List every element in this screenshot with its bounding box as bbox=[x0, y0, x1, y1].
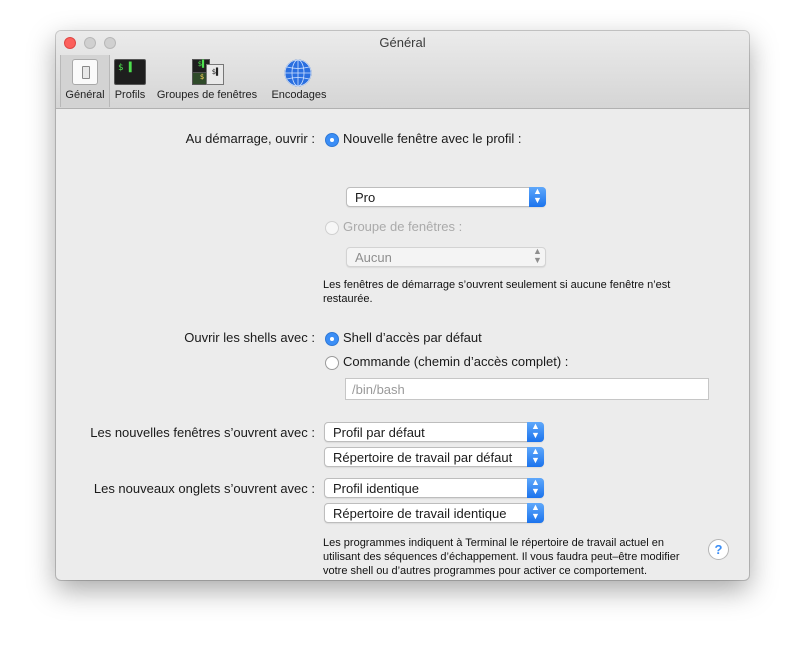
chevron-updown-icon: ▲ ▼ bbox=[527, 447, 544, 467]
window-title: Général bbox=[379, 35, 426, 50]
radio-new-window[interactable] bbox=[325, 133, 339, 147]
new-windows-profile-select[interactable]: Profil par défaut ▲ ▼ bbox=[324, 422, 544, 442]
new-tabs-directory-select[interactable]: Répertoire de travail identique ▲ ▼ bbox=[324, 503, 544, 523]
tab-encodages-label: Encodages bbox=[271, 89, 327, 101]
window-groups-icon: $▌ $ $▌ bbox=[192, 59, 224, 85]
preferences-window: Général Général $ ▌ Profils $▌ $ $▌ Grou… bbox=[56, 31, 749, 580]
tab-groupes-fenetres[interactable]: $▌ $ $▌ Groupes de fenêtres bbox=[152, 55, 262, 107]
tab-profils-label: Profils bbox=[114, 89, 146, 101]
radio-new-window-label[interactable]: Nouvelle fenêtre avec le profil : bbox=[343, 131, 521, 146]
title-bar: Général Général $ ▌ Profils $▌ $ $▌ Grou… bbox=[56, 31, 749, 109]
chevron-updown-icon: ▲ ▼ bbox=[527, 478, 544, 498]
window-group-value: Aucun bbox=[355, 250, 392, 265]
new-tabs-label: Les nouveaux onglets s’ouvrent avec : bbox=[93, 481, 315, 496]
escape-sequences-note: Les programmes indiquent à Terminal le r… bbox=[323, 537, 680, 577]
command-path-input[interactable] bbox=[350, 381, 698, 398]
radio-default-shell[interactable] bbox=[325, 332, 339, 346]
new-windows-profile-value: Profil par défaut bbox=[333, 425, 425, 440]
radio-window-group-label[interactable]: Groupe de fenêtres : bbox=[343, 219, 462, 234]
new-windows-directory-value: Répertoire de travail par défaut bbox=[333, 450, 513, 465]
switch-icon bbox=[72, 59, 98, 85]
chevron-updown-icon: ▲ ▼ bbox=[529, 187, 546, 207]
startup-note: Les fenêtres de démarrage s’ouvrent seul… bbox=[323, 279, 671, 305]
startup-label: Au démarrage, ouvrir : bbox=[185, 131, 315, 146]
general-pane: Au démarrage, ouvrir : Nouvelle fenêtre … bbox=[56, 109, 749, 580]
shells-label: Ouvrir les shells avec : bbox=[184, 330, 315, 345]
window-group-select[interactable]: Aucun ▲ ▼ bbox=[346, 247, 546, 267]
startup-profile-value: Pro bbox=[355, 190, 376, 205]
startup-profile-select[interactable]: Pro ▲ ▼ bbox=[346, 187, 546, 207]
new-windows-directory-select[interactable]: Répertoire de travail par défaut ▲ ▼ bbox=[324, 447, 544, 467]
new-tabs-profile-select[interactable]: Profil identique ▲ ▼ bbox=[324, 478, 544, 498]
new-tabs-directory-value: Répertoire de travail identique bbox=[333, 506, 507, 521]
tab-general[interactable]: Général bbox=[60, 55, 110, 107]
help-button[interactable]: ? bbox=[708, 539, 729, 560]
tab-profils[interactable]: $ ▌ Profils bbox=[111, 55, 149, 107]
radio-command[interactable] bbox=[325, 356, 339, 370]
command-path-field[interactable] bbox=[345, 378, 709, 400]
tab-general-label: Général bbox=[65, 89, 105, 101]
radio-window-group[interactable] bbox=[325, 221, 339, 235]
chevron-updown-icon: ▲ ▼ bbox=[527, 422, 544, 442]
radio-default-shell-label[interactable]: Shell d’accès par défaut bbox=[343, 330, 482, 345]
chevron-updown-icon: ▲ ▼ bbox=[533, 246, 542, 265]
terminal-icon: $ ▌ bbox=[114, 59, 146, 85]
chevron-updown-icon: ▲ ▼ bbox=[527, 503, 544, 523]
new-tabs-profile-value: Profil identique bbox=[333, 481, 419, 496]
globe-icon bbox=[284, 59, 312, 87]
new-windows-label: Les nouvelles fenêtres s’ouvrent avec : bbox=[90, 425, 315, 440]
tab-groupes-label: Groupes de fenêtres bbox=[156, 89, 258, 101]
radio-command-label[interactable]: Commande (chemin d’accès complet) : bbox=[343, 354, 568, 369]
tab-encodages[interactable]: Encodages bbox=[266, 55, 332, 107]
